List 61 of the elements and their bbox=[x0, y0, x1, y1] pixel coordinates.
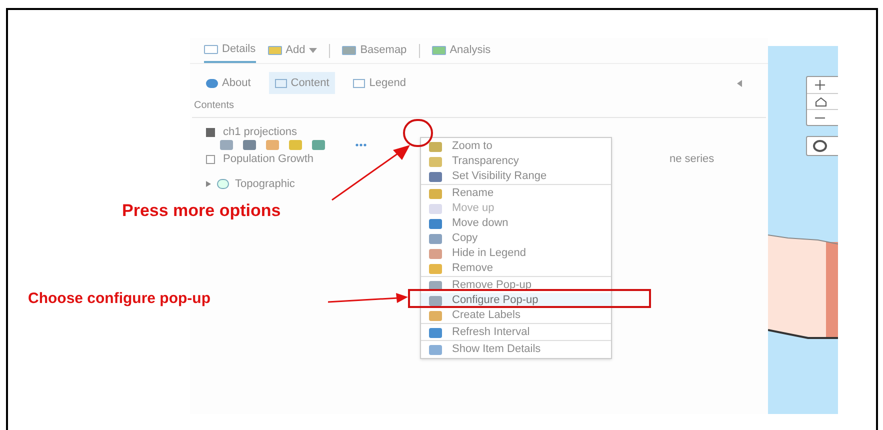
toolbar-tab[interactable]: Basemap bbox=[342, 38, 407, 62]
tab-icon bbox=[432, 46, 446, 55]
menu-icon bbox=[429, 310, 442, 320]
menu-icon bbox=[429, 248, 442, 258]
toolbar-tab[interactable]: Analysis bbox=[432, 38, 491, 62]
panel-tab[interactable]: About bbox=[200, 72, 257, 94]
tab-icon bbox=[268, 46, 282, 55]
menu-icon bbox=[429, 188, 442, 198]
more-options-icon[interactable] bbox=[355, 143, 367, 147]
menu-icon bbox=[429, 218, 442, 228]
panel-tab[interactable]: Legend bbox=[347, 72, 412, 94]
menu-icon bbox=[429, 280, 442, 290]
layer-tool-icon bbox=[289, 140, 302, 150]
tab-icon bbox=[206, 78, 218, 88]
layer-name: ch1 projections bbox=[223, 125, 297, 140]
annotation-text: Choose configure pop-up bbox=[28, 289, 210, 309]
layer-tool-icon bbox=[220, 140, 233, 150]
toolbar-tab[interactable]: Details bbox=[204, 38, 256, 62]
menu-icon bbox=[429, 204, 442, 214]
panel-tab[interactable]: Content bbox=[268, 72, 336, 94]
menu-item[interactable]: Show Item Details bbox=[421, 342, 611, 357]
menu-icon bbox=[429, 264, 442, 274]
layer-tool-icon bbox=[243, 140, 256, 150]
menu-item[interactable]: Transparency bbox=[421, 154, 611, 169]
locate-button[interactable] bbox=[806, 136, 838, 156]
menu-item[interactable]: Rename bbox=[421, 186, 611, 201]
menu-icon bbox=[429, 344, 442, 354]
home-icon[interactable] bbox=[807, 93, 838, 109]
caret-icon bbox=[309, 48, 318, 53]
layer-tool-icon bbox=[266, 140, 279, 150]
layer-name: Topographic bbox=[235, 176, 295, 192]
annotation-text: Press more options bbox=[122, 200, 281, 222]
menu-icon bbox=[429, 156, 442, 166]
layer-checkbox[interactable] bbox=[206, 155, 215, 164]
menu-item[interactable]: Refresh Interval bbox=[421, 325, 611, 340]
section-title: Contents bbox=[193, 99, 236, 113]
toolbar-tab[interactable]: Add bbox=[268, 38, 318, 62]
menu-item[interactable]: Copy bbox=[421, 231, 611, 246]
tab-icon bbox=[342, 46, 356, 55]
layer-tool-icon bbox=[312, 140, 325, 150]
menu-icon bbox=[429, 142, 442, 152]
menu-item[interactable]: Create Labels bbox=[421, 308, 611, 323]
menu-icon bbox=[429, 234, 442, 244]
collapse-icon[interactable] bbox=[737, 80, 742, 86]
tab-icon bbox=[204, 45, 218, 54]
layer-checkbox[interactable] bbox=[206, 128, 215, 137]
circle-icon bbox=[813, 140, 827, 152]
menu-item[interactable]: Move down bbox=[421, 216, 611, 231]
layer-name: Population Growth bbox=[223, 152, 314, 168]
expand-icon[interactable] bbox=[206, 181, 211, 187]
menu-icon bbox=[429, 172, 442, 182]
menu-icon bbox=[429, 296, 442, 306]
tab-icon bbox=[353, 78, 366, 88]
tab-icon bbox=[274, 78, 287, 88]
menu-item[interactable]: Set Visibility Range bbox=[421, 169, 611, 184]
globe-icon bbox=[217, 179, 229, 189]
menu-item[interactable]: Remove bbox=[421, 261, 611, 276]
layer-name: ne series bbox=[670, 152, 714, 168]
menu-item[interactable]: Remove Pop-up bbox=[421, 278, 611, 293]
menu-icon bbox=[429, 328, 442, 338]
menu-item[interactable]: Hide in Legend bbox=[421, 246, 611, 261]
